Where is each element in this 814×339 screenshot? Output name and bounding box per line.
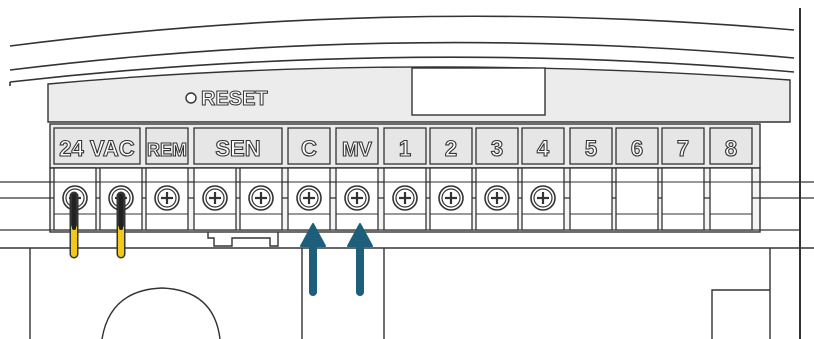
terminal-cell[interactable] [145, 167, 189, 231]
pointer-arrows [300, 223, 373, 296]
terminal-label-text: 4 [537, 136, 550, 161]
sensor-terminal-notch [207, 232, 279, 247]
screw-icon[interactable] [438, 185, 464, 211]
screw-icon[interactable] [154, 185, 180, 211]
terminal-label-text: 5 [585, 136, 597, 161]
arrow-to-mv [347, 223, 373, 296]
lower-housing [29, 248, 771, 339]
terminal-screw-row [53, 167, 753, 231]
screw-icon[interactable] [296, 185, 322, 211]
terminal-label-text: 6 [631, 136, 643, 161]
terminal-label-text: 8 [725, 136, 737, 161]
terminal-cell[interactable] [429, 167, 473, 231]
terminal-label-text: SEN [215, 136, 260, 161]
display-window [411, 67, 546, 116]
terminal-label-6: 6 [615, 127, 659, 165]
terminal-cell[interactable] [521, 167, 565, 231]
terminal-label-text: 3 [491, 136, 503, 161]
reset-label: RESET [201, 88, 268, 110]
terminal-label-5: 5 [569, 127, 613, 165]
terminal-cell[interactable] [287, 167, 331, 231]
terminal-label-text: REM [147, 140, 187, 160]
terminal-label-row: 24 VAC REM SEN C MV 1 2 3 4 5 6 7 8 [53, 127, 753, 165]
screw-icon[interactable] [392, 185, 418, 211]
terminal-label-8: 8 [709, 127, 753, 165]
terminal-label-text: 7 [677, 136, 689, 161]
terminal-label-text: 24 VAC [59, 136, 135, 161]
screw-icon[interactable] [248, 185, 274, 211]
terminal-label-mv: MV [335, 127, 379, 165]
terminal-label-text: 2 [445, 136, 457, 161]
terminal-cell [615, 167, 659, 231]
screw-icon[interactable] [484, 185, 510, 211]
terminal-label-text: 1 [399, 136, 411, 161]
terminal-cell [569, 167, 613, 231]
terminal-label-text: MV [342, 139, 373, 161]
screw-icon[interactable] [530, 185, 556, 211]
terminal-label-7: 7 [661, 127, 705, 165]
terminal-label-rem: REM [145, 127, 189, 165]
terminal-label-3: 3 [475, 127, 519, 165]
terminal-label-sen: SEN [193, 127, 283, 165]
arrow-to-c [300, 223, 326, 296]
terminal-cell [661, 167, 705, 231]
terminal-label-1: 1 [383, 127, 427, 165]
terminal-cell[interactable] [383, 167, 427, 231]
screw-icon[interactable] [344, 185, 370, 211]
terminal-label-2: 2 [429, 127, 473, 165]
controller-wiring-diagram: RESET 24 VAC REM SEN C MV 1 2 3 4 5 6 7 8 [0, 8, 814, 339]
terminal-cell [709, 167, 753, 231]
terminal-cell[interactable] [335, 167, 379, 231]
terminal-label-24-vac: 24 VAC [53, 127, 141, 165]
terminal-label-text: C [301, 136, 317, 161]
screw-icon[interactable] [202, 185, 228, 211]
reset-icon[interactable] [185, 92, 197, 104]
terminal-cell[interactable] [475, 167, 519, 231]
terminal-label-4: 4 [521, 127, 565, 165]
terminal-cell[interactable] [239, 167, 283, 231]
terminal-cell[interactable] [193, 167, 237, 231]
terminal-label-c: C [287, 127, 331, 165]
